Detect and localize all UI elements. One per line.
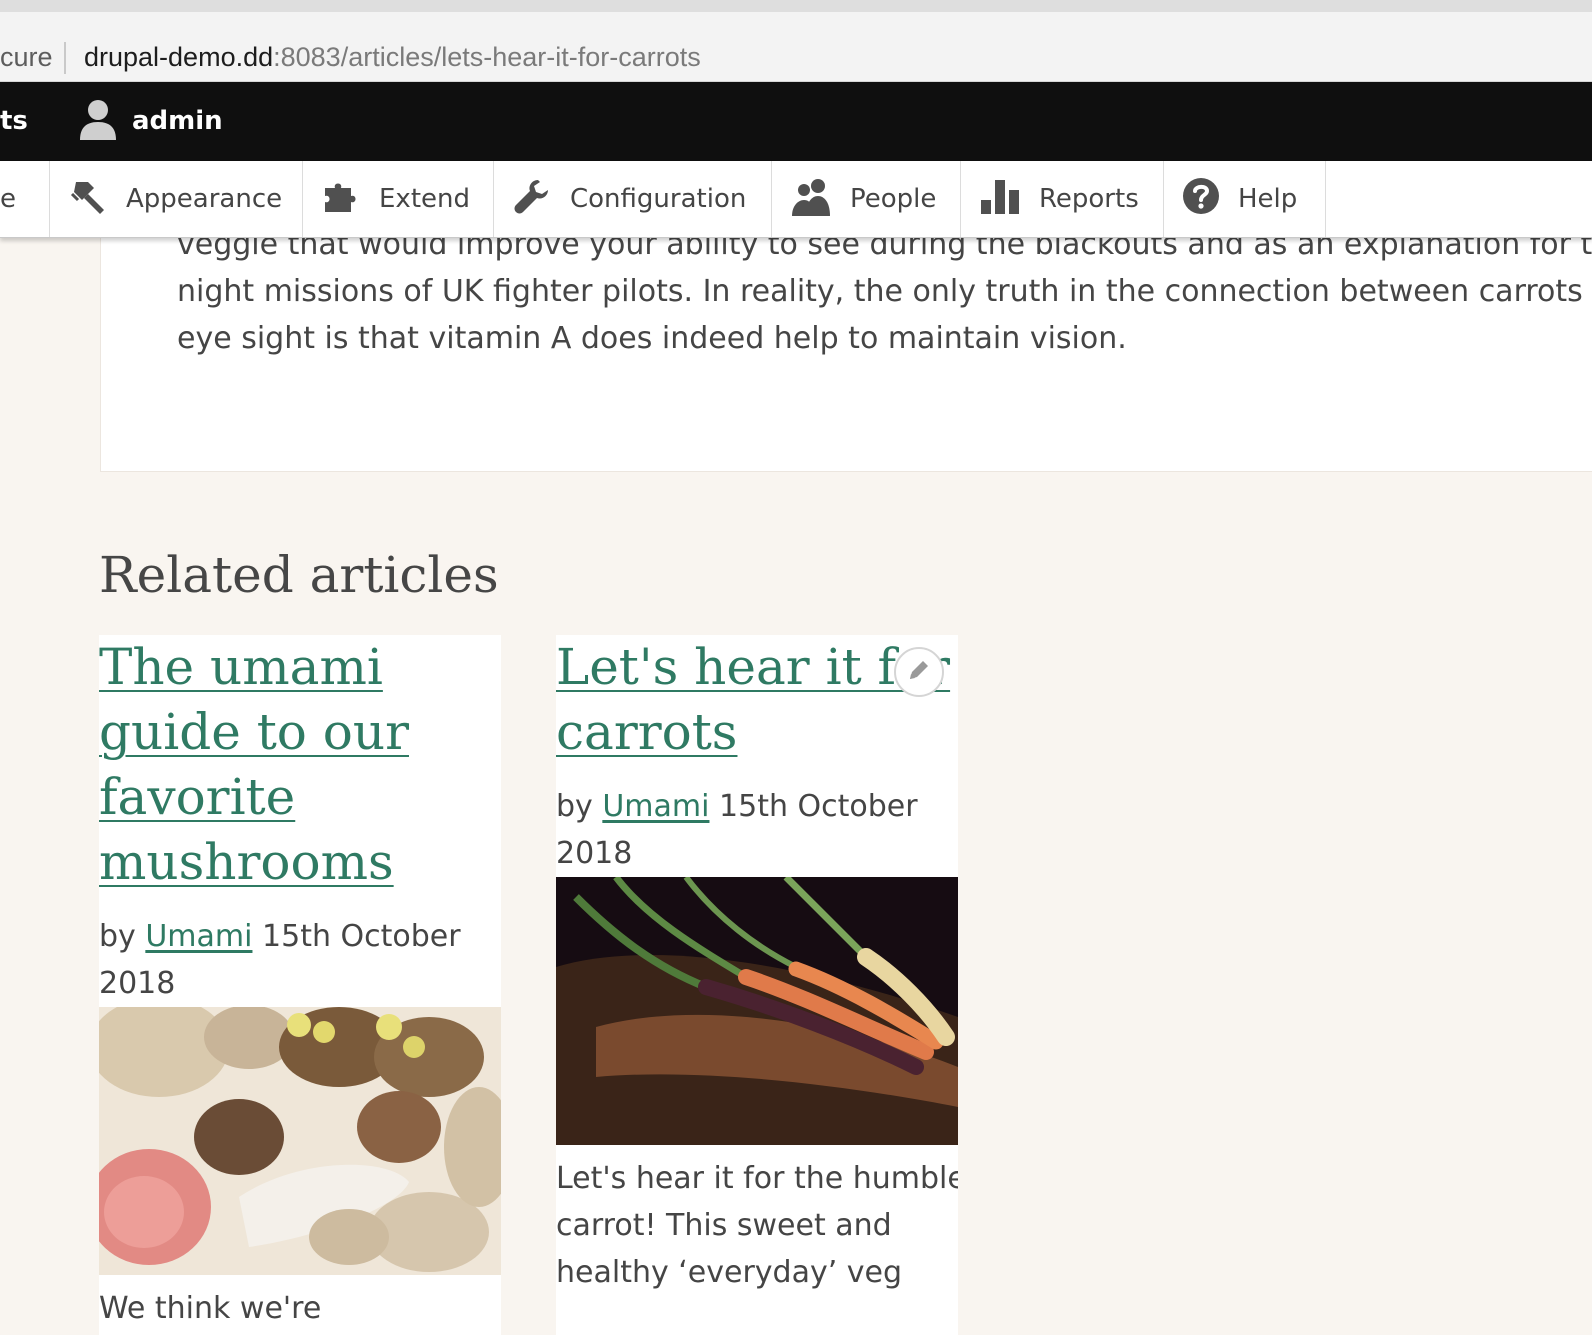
mushrooms-image[interactable] (99, 1007, 501, 1275)
tray-item-clipped-label: e (0, 184, 16, 214)
related-articles-heading: Related articles (99, 546, 499, 604)
byline-prefix: by (556, 789, 593, 824)
article-date-year: 2018 (99, 966, 176, 1001)
wrench-icon (512, 176, 552, 223)
article-date: 15th October (719, 789, 918, 824)
tray-item-clipped[interactable]: e (0, 161, 50, 237)
related-article-card: Let's hear it for carrots by Umami 15th … (556, 635, 958, 1335)
tray-item-label: Appearance (126, 184, 283, 214)
paint-roller-icon (68, 176, 108, 223)
pencil-icon (906, 657, 932, 687)
summary-line: carrot! This sweet and (556, 1208, 892, 1243)
people-icon (790, 176, 832, 223)
tray-item-people[interactable]: People (772, 161, 961, 237)
article-line: night missions of UK fighter pilots. In … (177, 274, 1592, 309)
author-link[interactable]: Umami (602, 789, 709, 824)
article-date-year: 2018 (556, 836, 633, 871)
url-text[interactable]: drupal-demo.dd:8083/articles/lets-hear-i… (84, 40, 701, 74)
contextual-edit-button[interactable] (894, 647, 944, 697)
related-article-title-link[interactable]: The umami guide to our favorite mushroom… (99, 635, 501, 895)
toolbar-item-clipped[interactable]: ts (0, 102, 28, 140)
title-line: mushrooms (99, 833, 394, 891)
author-link[interactable]: Umami (145, 919, 252, 954)
title-line: carrots (556, 703, 738, 761)
tray-item-extend[interactable]: Extend (303, 161, 494, 237)
help-icon (1182, 177, 1220, 222)
carrots-image[interactable] (556, 877, 958, 1145)
related-article-title-link[interactable]: Let's hear it for carrots (556, 635, 958, 765)
url-separator (64, 42, 66, 74)
article-meta: by Umami 15th October 2018 (556, 783, 958, 877)
article-summary: Let's hear it for the humble carrot! Thi… (556, 1155, 958, 1296)
tray-item-label: Configuration (570, 184, 747, 214)
article-body-text: veggie that would improve your ability t… (177, 221, 1592, 362)
tray-item-label: Reports (1039, 184, 1139, 214)
title-line: The umami (99, 638, 383, 696)
article-meta: by Umami 15th October 2018 (99, 913, 501, 1007)
summary-line: We think we're (99, 1291, 322, 1326)
browser-top-strip (0, 0, 1592, 12)
url-host: drupal-demo.dd (84, 42, 274, 72)
url-security-label: cure (0, 42, 53, 72)
article-date: 15th October (262, 919, 461, 954)
title-line: favorite (99, 768, 296, 826)
summary-line: Let's hear it for the humble (556, 1161, 958, 1196)
admin-tray-menu: e Appearance Extend Configuration People… (0, 161, 1592, 238)
article-summary: We think we're (99, 1285, 501, 1332)
user-icon (78, 98, 118, 144)
tray-item-label: People (850, 184, 937, 214)
admin-toolbar: ts admin (0, 82, 1592, 161)
summary-line: healthy ‘everyday’ veg (556, 1255, 903, 1290)
tray-item-reports[interactable]: Reports (961, 161, 1164, 237)
byline-prefix: by (99, 919, 136, 954)
user-menu-label: admin (132, 106, 223, 136)
url-path: :8083/articles/lets-hear-it-for-carrots (273, 42, 701, 72)
related-article-card: The umami guide to our favorite mushroom… (99, 635, 501, 1335)
puzzle-icon (321, 176, 361, 223)
tray-item-appearance[interactable]: Appearance (50, 161, 303, 237)
tray-item-label: Help (1238, 184, 1298, 214)
tray-item-help[interactable]: Help (1164, 161, 1326, 237)
tray-item-configuration[interactable]: Configuration (494, 161, 772, 237)
title-line: Let's hear it for (556, 638, 951, 696)
address-bar[interactable]: cure drupal-demo.dd:8083/articles/lets-h… (0, 12, 1592, 82)
user-menu[interactable]: admin (78, 98, 223, 144)
tray-item-label: Extend (379, 184, 470, 214)
article-body-card: veggie that would improve your ability t… (100, 210, 1592, 472)
article-line: eye sight is that vitamin A does indeed … (177, 321, 1127, 356)
title-line: guide to our (99, 703, 409, 761)
bar-chart-icon (979, 176, 1021, 223)
